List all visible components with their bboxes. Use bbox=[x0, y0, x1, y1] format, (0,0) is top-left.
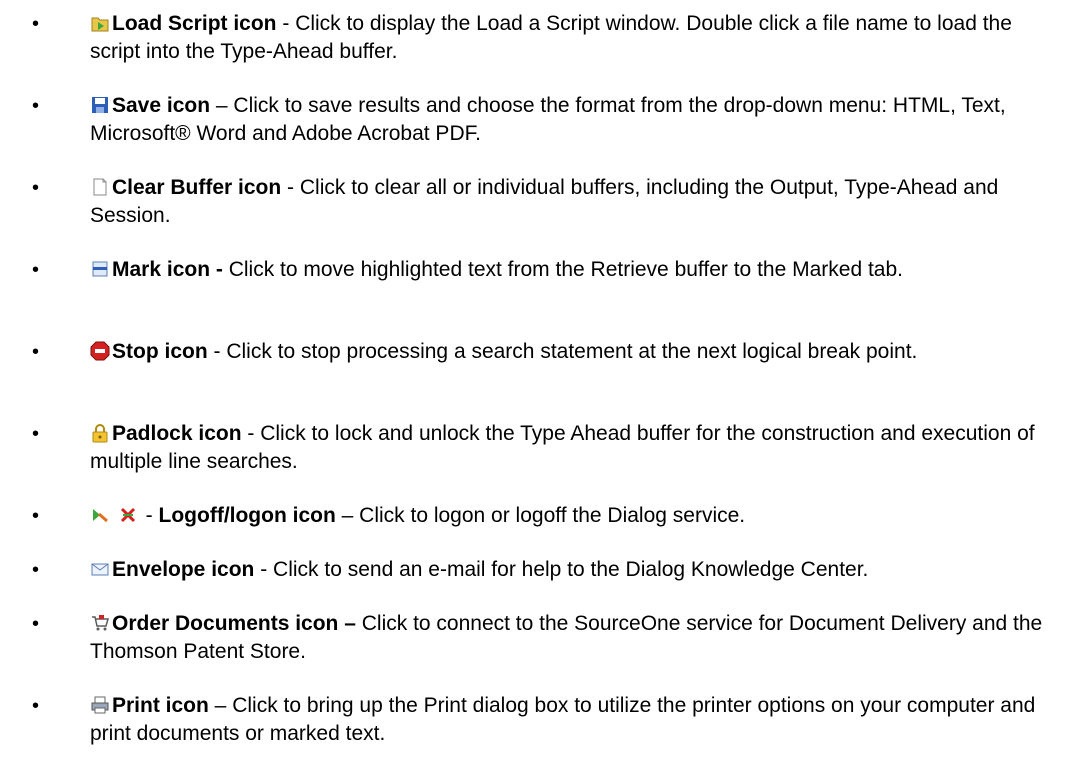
item-title: Envelope icon bbox=[112, 558, 255, 581]
item-title: Print icon bbox=[112, 694, 209, 717]
bullet: • bbox=[32, 613, 40, 635]
list-item-logoff-logon: • - Logoff/logon icon – Click to logon o… bbox=[0, 502, 1081, 546]
item-description: Click to stop processing a search statem… bbox=[226, 340, 918, 363]
item-title: Stop icon bbox=[112, 340, 208, 363]
item-title: Save icon bbox=[112, 94, 211, 117]
item-description: Click to move highlighted text from the … bbox=[228, 258, 903, 281]
logon-icon bbox=[90, 505, 110, 525]
item-description: Click to send an e-mail for help to the … bbox=[273, 558, 869, 581]
stop-icon bbox=[90, 341, 110, 361]
item-sep: - bbox=[207, 340, 227, 363]
item-title: Order Documents icon – bbox=[112, 612, 356, 635]
list-item-clear-buffer: • Clear Buffer icon - Click to clear all… bbox=[0, 174, 1081, 246]
item-title: Logoff/logon icon bbox=[158, 504, 336, 527]
bullet: • bbox=[32, 423, 40, 445]
list-item-stop: • Stop icon - Click to stop processing a… bbox=[0, 338, 1081, 410]
item-sep: – bbox=[208, 694, 233, 717]
item-sep: – bbox=[335, 504, 360, 527]
list-item-padlock: • Padlock icon - Click to lock and unloc… bbox=[0, 420, 1081, 492]
item-description: Click to bring up the Print dialog box t… bbox=[90, 694, 1036, 745]
list-item-order-documents: • Order Documents icon – Click to connec… bbox=[0, 610, 1081, 682]
item-title: Mark icon - bbox=[112, 258, 223, 281]
bullet: • bbox=[32, 259, 40, 281]
clear-buffer-icon bbox=[90, 177, 110, 197]
bullet: • bbox=[32, 95, 40, 117]
item-sep: - bbox=[276, 12, 296, 35]
list-item-print: • Print icon – Click to bring up the Pri… bbox=[0, 692, 1081, 764]
bullet: • bbox=[32, 341, 40, 363]
list-item-save: • Save icon – Click to save results and … bbox=[0, 92, 1081, 164]
print-icon bbox=[90, 695, 110, 715]
item-sep: - bbox=[254, 558, 274, 581]
item-sep: - bbox=[241, 422, 261, 445]
save-icon bbox=[90, 95, 110, 115]
logoff-icon bbox=[118, 505, 138, 525]
item-title: Padlock icon bbox=[112, 422, 242, 445]
list-item-mark: • Mark icon - Click to move highlighted … bbox=[0, 256, 1081, 328]
list-item-load-script: • Load Script icon - Click to display th… bbox=[0, 10, 1081, 82]
item-title: Clear Buffer icon bbox=[112, 176, 282, 199]
mark-icon bbox=[90, 259, 110, 279]
item-sep: - bbox=[281, 176, 300, 199]
padlock-icon bbox=[90, 423, 110, 443]
item-description: Click to logon or logoff the Dialog serv… bbox=[359, 504, 746, 527]
item-title: Load Script icon bbox=[112, 12, 277, 35]
bullet: • bbox=[32, 505, 40, 527]
bullet: • bbox=[32, 13, 40, 35]
item-sep: – bbox=[210, 94, 234, 117]
envelope-icon bbox=[90, 559, 110, 579]
bullet: • bbox=[32, 559, 40, 581]
bullet: • bbox=[32, 177, 40, 199]
item-prefix: - bbox=[139, 504, 159, 527]
list-item-envelope: • Envelope icon - Click to send an e-mai… bbox=[0, 556, 1081, 600]
icon-description-list: • Load Script icon - Click to display th… bbox=[0, 0, 1081, 745]
order-documents-icon bbox=[90, 613, 110, 633]
bullet: • bbox=[32, 695, 40, 717]
load-script-icon bbox=[90, 13, 110, 33]
